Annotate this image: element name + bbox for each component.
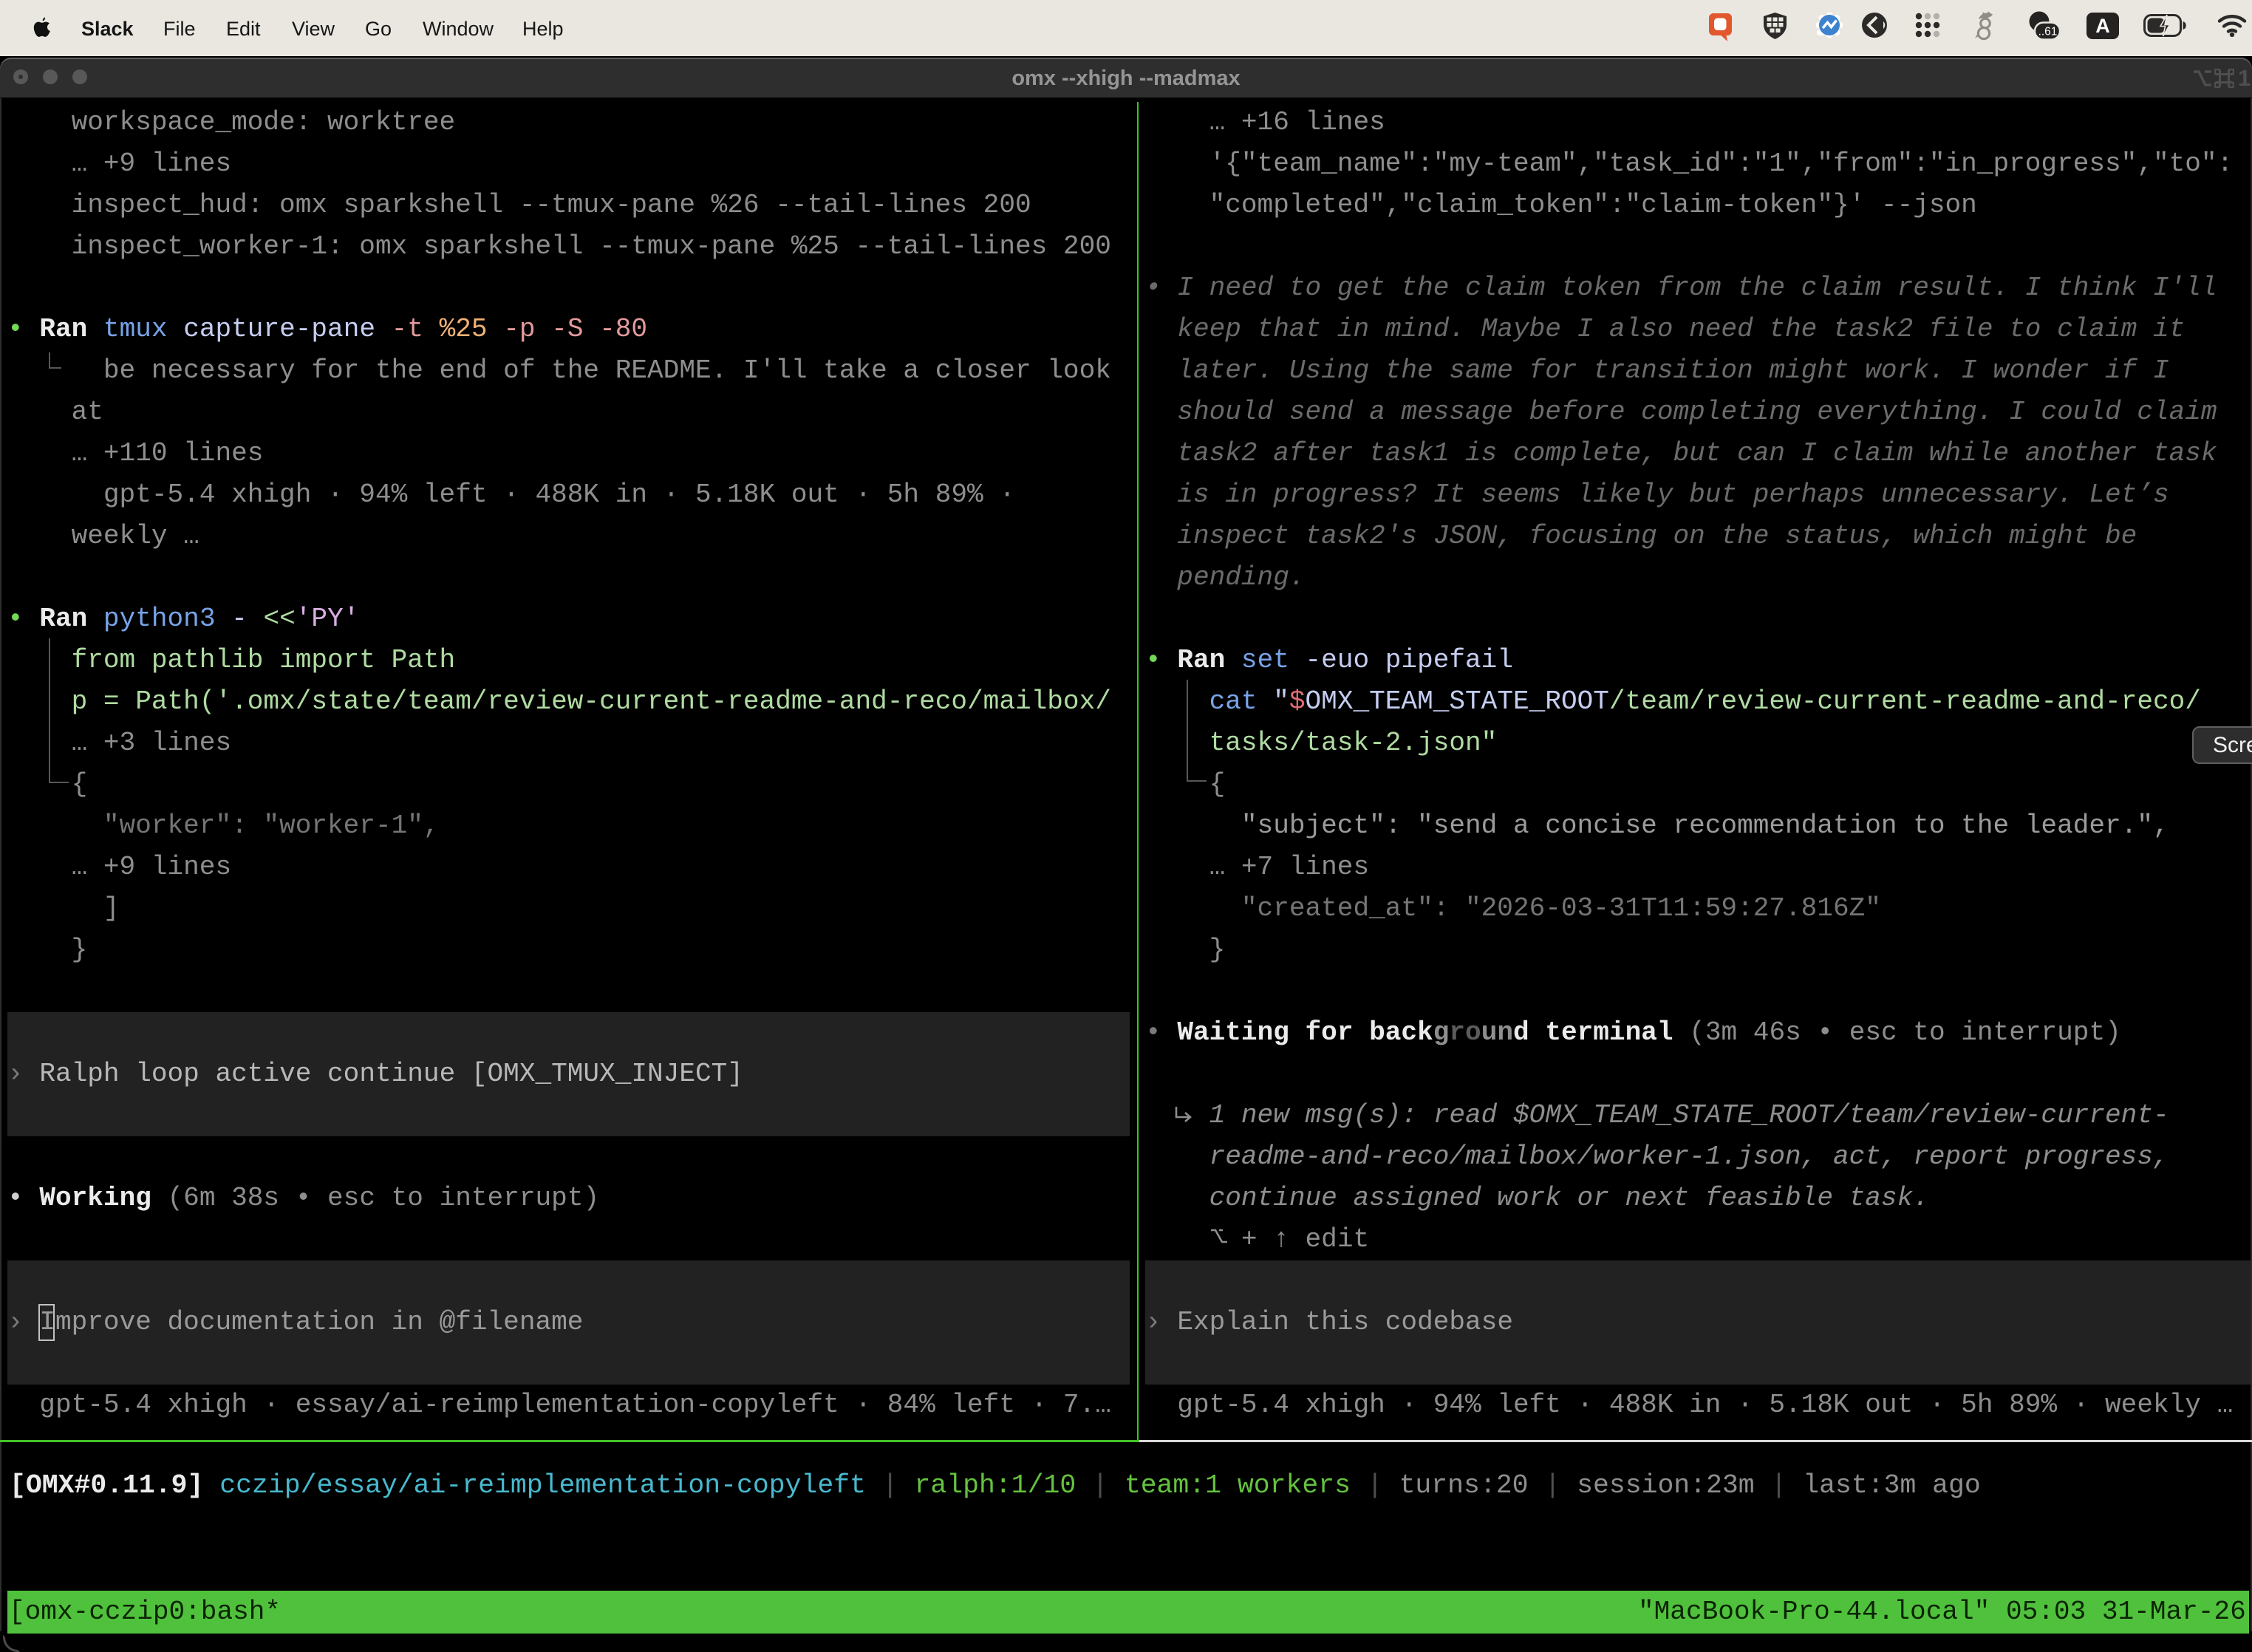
svg-text:A: A [2095,15,2110,37]
svg-text:..61: ..61 [2038,26,2058,38]
